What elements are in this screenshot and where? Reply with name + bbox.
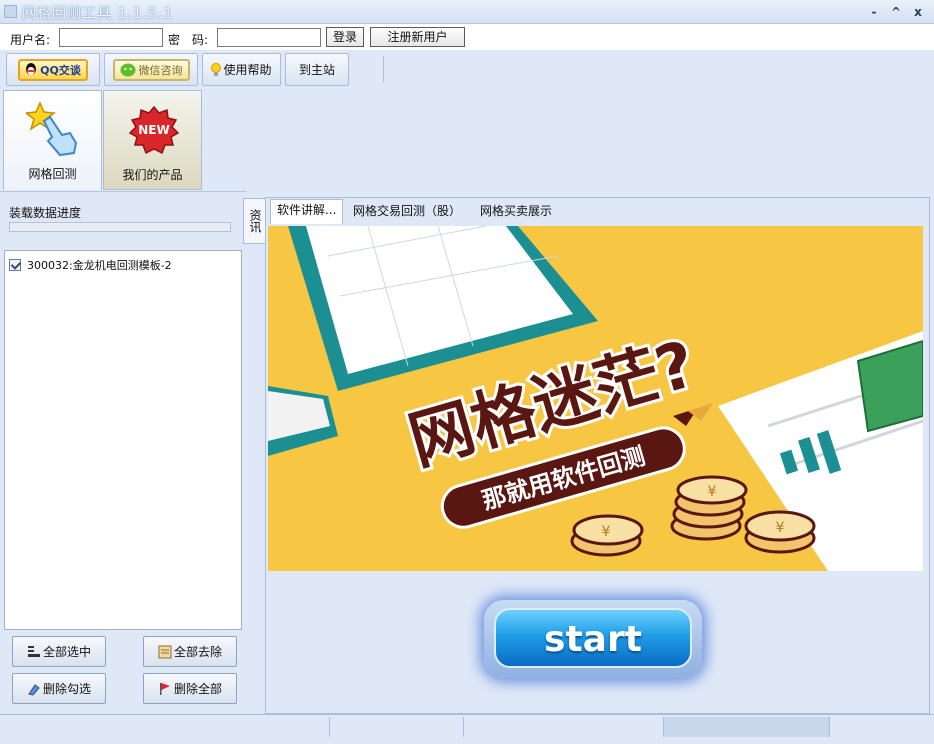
content-tabs: 软件讲解... 网格交易回测（股） 网格买卖展示 xyxy=(267,199,928,224)
new-badge-icon: NEW xyxy=(128,105,180,155)
password-label: 密 码: xyxy=(168,33,209,47)
tab-software-intro[interactable]: 软件讲解... xyxy=(270,199,344,224)
minimize-button[interactable]: - xyxy=(865,3,883,21)
select-all-label: 全部选中 xyxy=(42,645,91,659)
login-bar: 用户名: 密 码: 登录 注册新用户 xyxy=(0,24,934,50)
restore-button[interactable]: ^ xyxy=(887,3,905,21)
wechat-consult-button[interactable]: 微信咨询 xyxy=(104,53,198,86)
register-button[interactable]: 注册新用户 xyxy=(370,27,465,47)
remove-all-button[interactable]: 全部去除 xyxy=(143,636,237,667)
load-progress-bar xyxy=(9,222,231,232)
red-flag-icon xyxy=(159,682,170,695)
login-button[interactable]: 登录 xyxy=(326,27,364,47)
status-segment xyxy=(330,717,464,737)
main-site-label: 到主站 xyxy=(298,63,335,77)
window-title: 网格回测工具 1.1.5.1 xyxy=(22,6,174,22)
select-all-icon xyxy=(27,645,40,657)
nav-tab-our-products-label: 我们的产品 xyxy=(122,168,183,182)
title-bar: 网格回测工具 1.1.5.1 - ^ x xyxy=(0,0,934,24)
delete-all-button[interactable]: 删除全部 xyxy=(143,673,237,704)
eraser-icon xyxy=(28,683,40,696)
status-segment xyxy=(664,717,830,737)
item-checkbox[interactable] xyxy=(9,259,21,271)
list-item-label: 300032:金龙机电回测模板-2 xyxy=(27,259,172,272)
left-panel: 装载数据进度 300032:金龙机电回测模板-2 全部选中 全部去除 删除勾选 … xyxy=(0,191,246,714)
toolbar: QQ交谈 微信咨询 使用帮助 到主站 xyxy=(0,50,934,88)
promo-banner-art: ¥ ¥ ¥ 网格迷茫? 那就用软件回测 xyxy=(268,226,923,571)
app-icon xyxy=(4,5,17,18)
list-item[interactable]: 300032:金龙机电回测模板-2 xyxy=(9,257,172,273)
tab-grid-trading-backtest[interactable]: 网格交易回测（股） xyxy=(347,201,467,223)
nav-tab-grid-backtest-label: 网格回测 xyxy=(28,167,77,181)
close-button[interactable]: x xyxy=(909,3,927,21)
remove-all-label: 全部去除 xyxy=(173,645,222,659)
pointing-hand-star-icon xyxy=(26,101,78,157)
clear-list-icon xyxy=(158,645,172,658)
nav-tab-grid-backtest[interactable]: 网格回测 xyxy=(3,90,102,190)
status-segment xyxy=(0,717,330,737)
help-button[interactable]: 使用帮助 xyxy=(202,53,281,86)
username-label: 用户名: xyxy=(10,33,51,47)
toolbar-separator xyxy=(383,56,384,82)
help-label: 使用帮助 xyxy=(223,63,272,77)
wechat-icon xyxy=(120,63,135,76)
delete-checked-button[interactable]: 删除勾选 xyxy=(12,673,106,704)
coin-symbol-2: ¥ xyxy=(708,484,717,500)
lightbulb-icon xyxy=(211,62,222,76)
coin-symbol-3: ¥ xyxy=(776,520,785,536)
username-input[interactable] xyxy=(59,28,163,47)
qq-pill: QQ交谈 xyxy=(18,58,88,81)
promo-banner: ¥ ¥ ¥ 网格迷茫? 那就用软件回测 xyxy=(268,226,923,571)
start-button-label: start xyxy=(544,619,642,660)
qq-chat-label: QQ交谈 xyxy=(40,63,81,77)
delete-checked-label: 删除勾选 xyxy=(42,682,91,696)
status-segment xyxy=(464,717,664,737)
qq-penguin-icon xyxy=(26,62,37,75)
side-tab-news[interactable]: 资讯 xyxy=(243,198,265,244)
new-badge-text: NEW xyxy=(138,123,169,137)
coin-symbol-1: ¥ xyxy=(602,524,611,540)
select-all-button[interactable]: 全部选中 xyxy=(12,636,106,667)
start-button[interactable]: start xyxy=(484,600,702,678)
load-progress-label: 装载数据进度 xyxy=(9,206,82,220)
template-list[interactable]: 300032:金龙机电回测模板-2 xyxy=(4,250,242,630)
main-site-button[interactable]: 到主站 xyxy=(285,53,349,86)
wechat-pill: 微信咨询 xyxy=(112,58,190,81)
password-input[interactable] xyxy=(217,28,321,47)
wechat-consult-label: 微信咨询 xyxy=(138,63,183,77)
status-bar xyxy=(0,714,934,744)
delete-all-label: 删除全部 xyxy=(173,682,222,696)
qq-chat-button[interactable]: QQ交谈 xyxy=(6,53,100,86)
tab-grid-trade-display[interactable]: 网格买卖展示 xyxy=(474,201,558,223)
nav-tab-our-products[interactable]: NEW 我们的产品 xyxy=(103,90,202,190)
start-button-face: start xyxy=(494,608,692,668)
